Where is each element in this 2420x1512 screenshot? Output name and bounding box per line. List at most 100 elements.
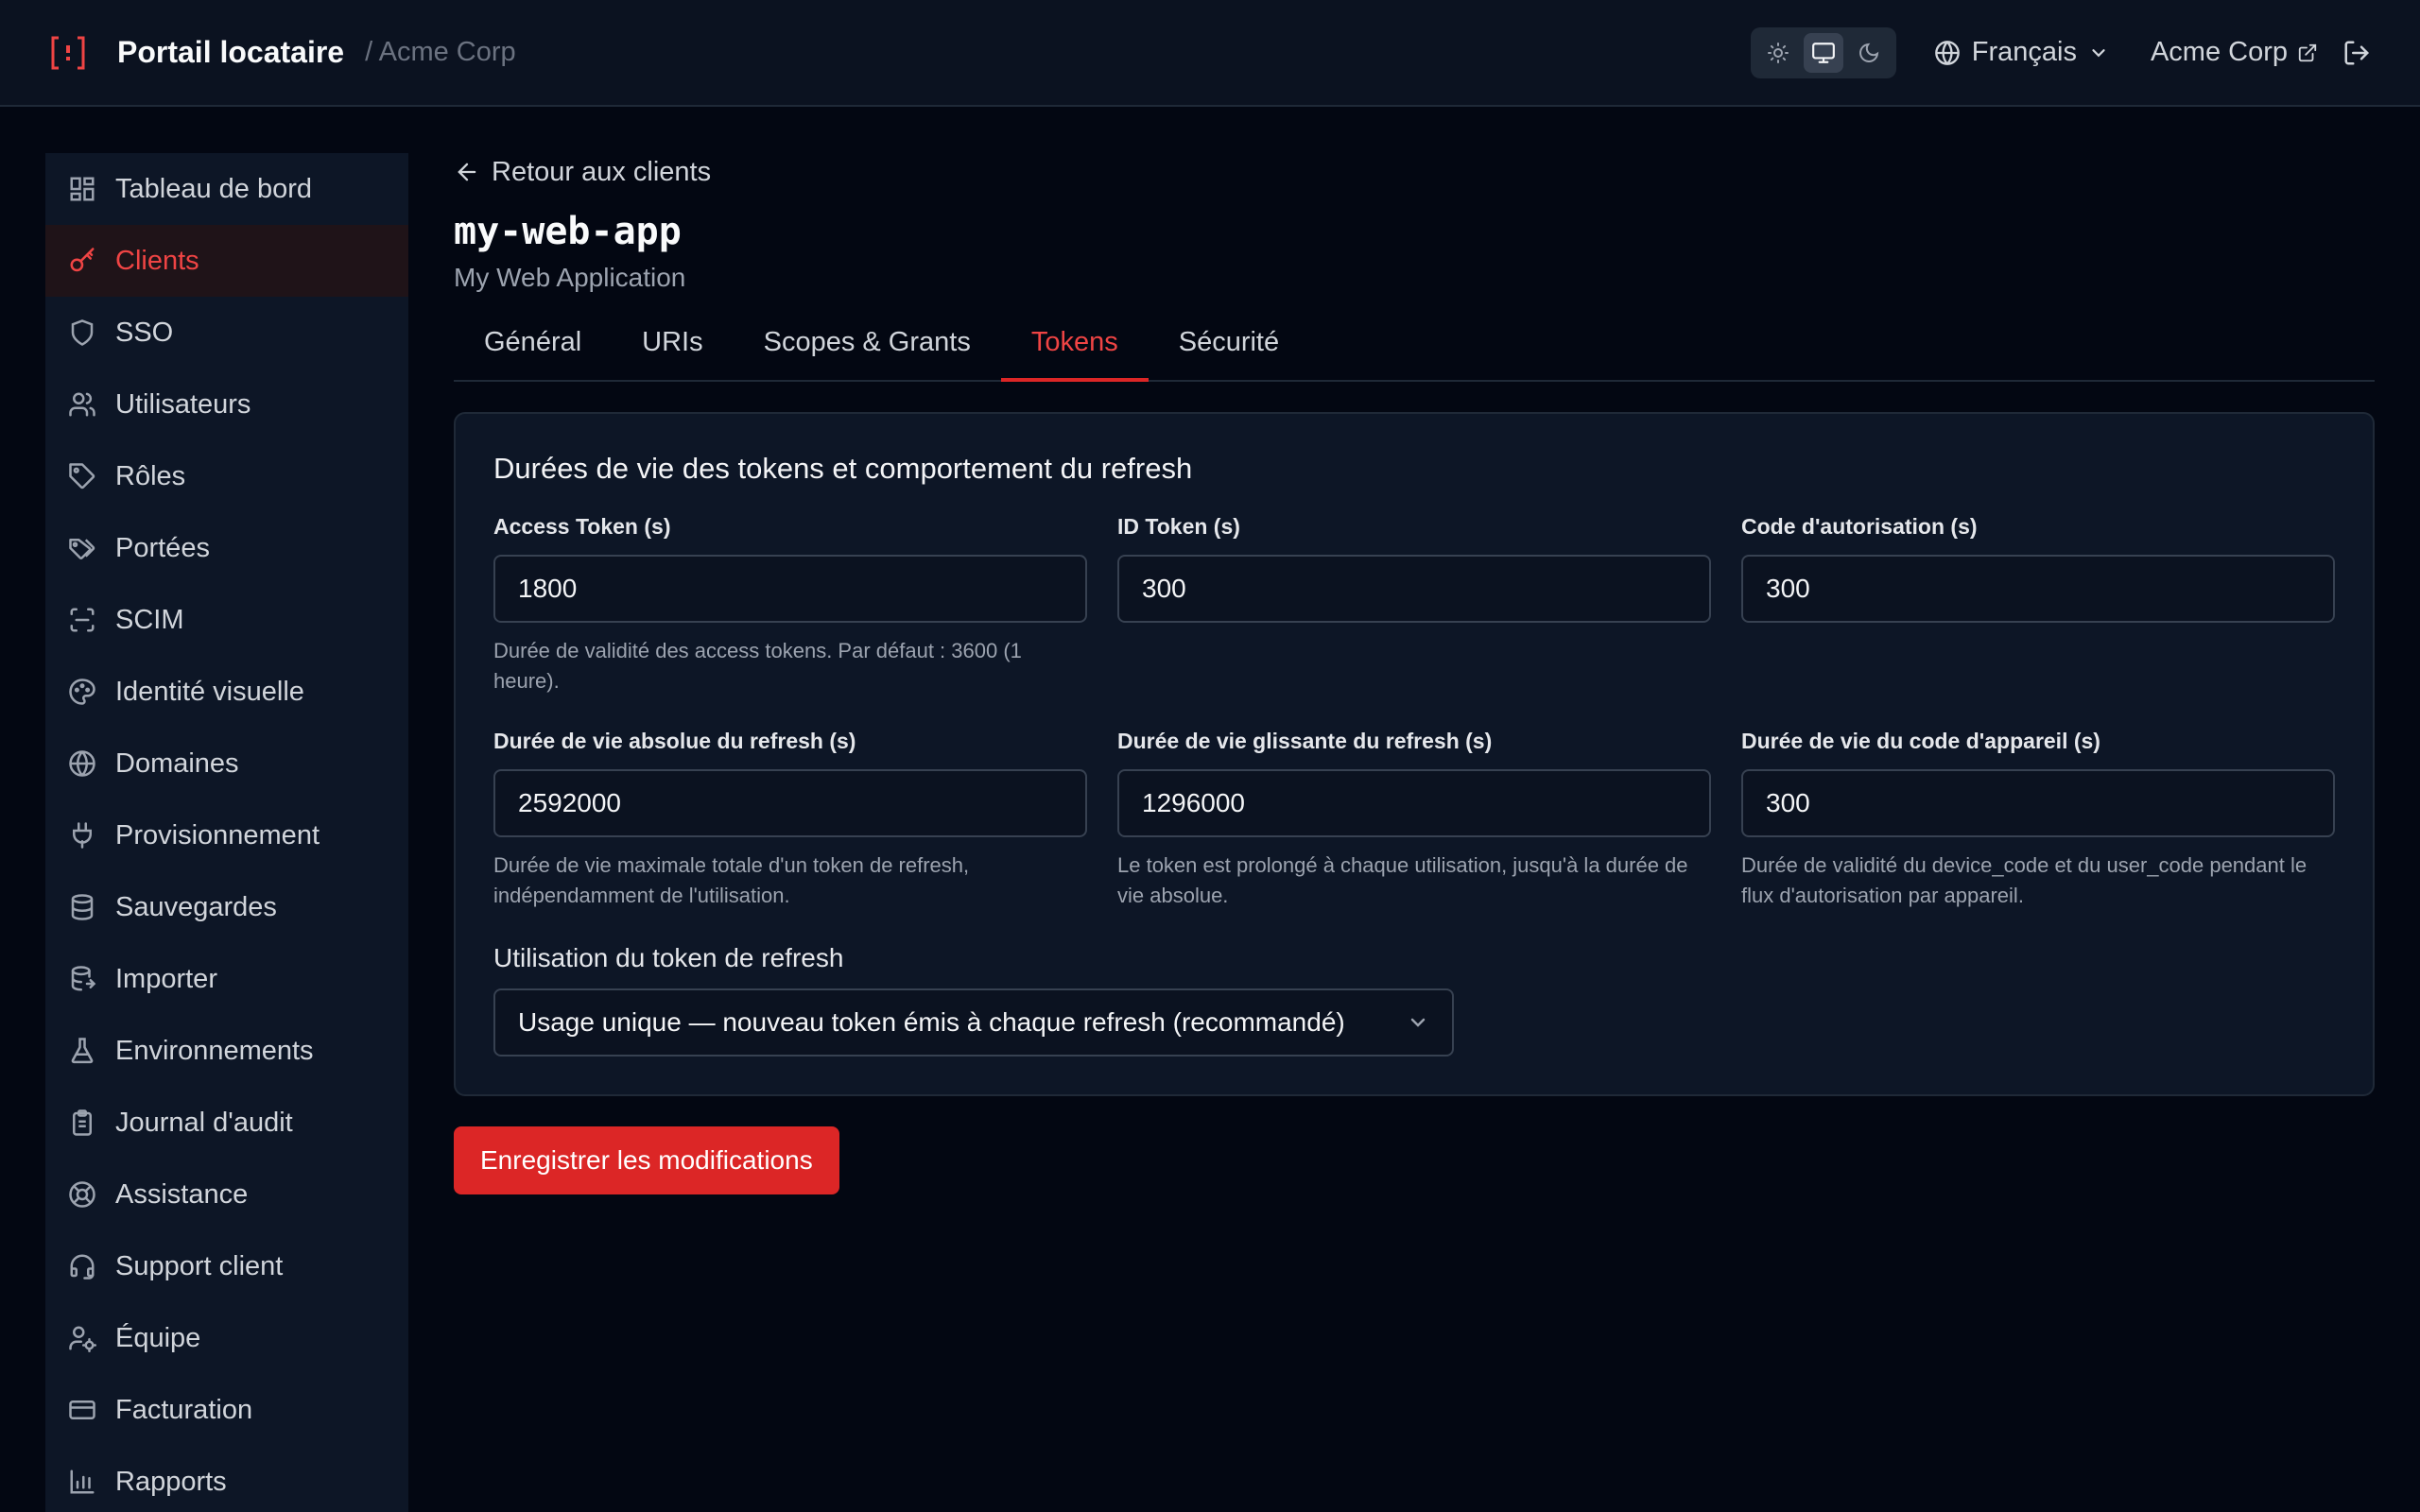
- sidebar-item-scopes[interactable]: Portées: [45, 512, 408, 584]
- field-hint: Durée de validité du device_code et du u…: [1741, 853, 2308, 907]
- sidebar-item-label: Sauvegardes: [115, 891, 277, 922]
- sidebar-item-roles[interactable]: Rôles: [45, 440, 408, 512]
- app-title: Portail locataire: [117, 35, 345, 69]
- id-token-input[interactable]: [1117, 555, 1711, 623]
- access-token-input[interactable]: [493, 555, 1087, 623]
- save-button[interactable]: Enregistrer les modifications: [454, 1126, 839, 1194]
- sidebar-item-label: Assistance: [115, 1178, 249, 1210]
- database-import-icon: [71, 966, 96, 991]
- clipboard-icon: [73, 1109, 92, 1136]
- shield-icon: [71, 319, 94, 346]
- sidebar-item-users[interactable]: Utilisateurs: [45, 369, 408, 440]
- tab-security[interactable]: Sécurité: [1149, 318, 1309, 380]
- sidebar-item-label: Identité visuelle: [115, 676, 304, 707]
- sidebar-item-sso[interactable]: SSO: [45, 297, 408, 369]
- monitor-icon: [1811, 42, 1835, 63]
- moon-icon: [1858, 43, 1878, 62]
- field-label: Durée de vie glissante du refresh (s): [1117, 729, 1493, 753]
- sidebar-item-backups[interactable]: Sauvegardes: [45, 871, 408, 943]
- sidebar-item-environments[interactable]: Environnements: [45, 1015, 408, 1087]
- palette-icon: [69, 679, 95, 705]
- chevron-down-icon: [1410, 1018, 1426, 1027]
- refresh-sliding-field: Durée de vie glissante du refresh (s) Le…: [1117, 729, 1711, 911]
- logout-icon: [2344, 41, 2370, 64]
- sidebar-item-label: Importer: [115, 963, 217, 994]
- credit-card-icon: [69, 1400, 95, 1419]
- sidebar-item-domains[interactable]: Domaines: [45, 728, 408, 799]
- bar-chart-icon: [70, 1469, 95, 1494]
- field-label: Access Token (s): [493, 514, 671, 539]
- sidebar-item-label: Clients: [115, 245, 199, 276]
- token-lifetimes-card: Durées de vie des tokens et comportement…: [454, 412, 2375, 1096]
- sidebar-item-import[interactable]: Importer: [45, 943, 408, 1015]
- field-label: Durée de vie du code d'appareil (s): [1741, 729, 2100, 753]
- dark-theme-button[interactable]: [1849, 33, 1889, 73]
- sidebar-item-assistance[interactable]: Assistance: [45, 1159, 408, 1230]
- sidebar-item-customer-support[interactable]: Support client: [45, 1230, 408, 1302]
- tab-general[interactable]: Général: [454, 318, 612, 380]
- sidebar-item-clients[interactable]: Clients: [45, 225, 408, 297]
- sidebar-item-label: Domaines: [115, 747, 239, 779]
- field-hint: Durée de vie maximale totale d'un token …: [493, 853, 970, 907]
- logout-button[interactable]: [2342, 39, 2371, 67]
- sidebar-item-reports[interactable]: Rapports: [45, 1446, 408, 1512]
- auth-code-input[interactable]: [1741, 555, 2335, 623]
- sidebar-item-label: Équipe: [115, 1322, 201, 1353]
- tab-scopes-grants[interactable]: Scopes & Grants: [734, 318, 1001, 380]
- refresh-sliding-input[interactable]: [1117, 769, 1711, 837]
- main-content: Retour aux clients my-web-app My Web App…: [454, 153, 2375, 1194]
- key-icon: [70, 248, 95, 272]
- system-theme-button[interactable]: [1803, 32, 1843, 73]
- refresh-usage-select[interactable]: Usage unique — nouveau token émis à chaq…: [493, 988, 1454, 1057]
- sun-icon: [1767, 42, 1789, 63]
- tab-uris[interactable]: URIs: [612, 318, 733, 380]
- sidebar-item-label: Support client: [115, 1250, 284, 1281]
- sidebar-item-scim[interactable]: SCIM: [45, 584, 408, 656]
- users-icon: [69, 392, 95, 417]
- sidebar-item-label: Environnements: [115, 1035, 314, 1066]
- field-hint: Le token est prolongé à chaque utilisati…: [1117, 853, 1688, 907]
- language-selector[interactable]: Français: [1934, 37, 2109, 68]
- sidebar-item-label: Facturation: [115, 1394, 253, 1425]
- field-hint: Durée de validité des access tokens. Par…: [493, 639, 1022, 693]
- device-code-input[interactable]: [1741, 769, 2335, 837]
- sidebar-item-dashboard[interactable]: Tableau de bord: [45, 153, 408, 225]
- back-link-label: Retour aux clients: [492, 156, 712, 187]
- sidebar-item-label: Rapports: [115, 1466, 227, 1497]
- dashboard-icon: [70, 177, 95, 201]
- chevron-down-icon: [2092, 48, 2105, 57]
- sidebar-item-provisioning[interactable]: Provisionnement: [45, 799, 408, 871]
- org-link-label: Acme Corp: [2150, 37, 2288, 67]
- sidebar-nav: Tableau de bord Clients SSO Utilisateurs…: [45, 153, 408, 1512]
- sidebar-item-label: Utilisateurs: [115, 388, 251, 420]
- user-cog-icon: [69, 1326, 96, 1352]
- globe-icon: [1934, 40, 1960, 65]
- tag-icon: [69, 463, 95, 490]
- brand-logo-icon: [51, 36, 85, 69]
- sidebar-item-branding[interactable]: Identité visuelle: [45, 656, 408, 728]
- lifebuoy-icon: [69, 1181, 95, 1208]
- org-external-link[interactable]: Acme Corp: [2151, 37, 2318, 68]
- access-token-field: Access Token (s) Durée de validité des a…: [493, 514, 1087, 696]
- light-theme-button[interactable]: [1758, 33, 1798, 73]
- sidebar-item-label: Portées: [115, 532, 210, 563]
- top-bar: Portail locataire / Acme Corp Français A…: [0, 0, 2420, 107]
- sidebar-item-team[interactable]: Équipe: [45, 1302, 408, 1374]
- refresh-absolute-input[interactable]: [493, 769, 1087, 837]
- headset-icon: [70, 1254, 95, 1280]
- card-title: Durées de vie des tokens et comportement…: [493, 452, 1193, 485]
- sidebar-item-audit-log[interactable]: Journal d'audit: [45, 1087, 408, 1159]
- field-label: Code d'autorisation (s): [1741, 514, 1978, 539]
- back-to-clients-link[interactable]: Retour aux clients: [454, 153, 2375, 191]
- field-label: Durée de vie absolue du refresh (s): [493, 729, 856, 753]
- language-label: Français: [1971, 37, 2077, 67]
- refresh-usage-value: Usage unique — nouveau token émis à chaq…: [518, 1007, 1345, 1037]
- tab-tokens[interactable]: Tokens: [1000, 318, 1149, 382]
- sidebar-item-label: Journal d'audit: [115, 1107, 293, 1138]
- brand[interactable]: Portail locataire / Acme Corp: [49, 34, 516, 72]
- external-link-icon: [2298, 43, 2317, 61]
- page-subtitle: My Web Application: [454, 263, 686, 292]
- sidebar-item-label: Provisionnement: [115, 819, 320, 850]
- sidebar-item-billing[interactable]: Facturation: [45, 1374, 408, 1446]
- sidebar-item-label: Tableau de bord: [115, 173, 312, 204]
